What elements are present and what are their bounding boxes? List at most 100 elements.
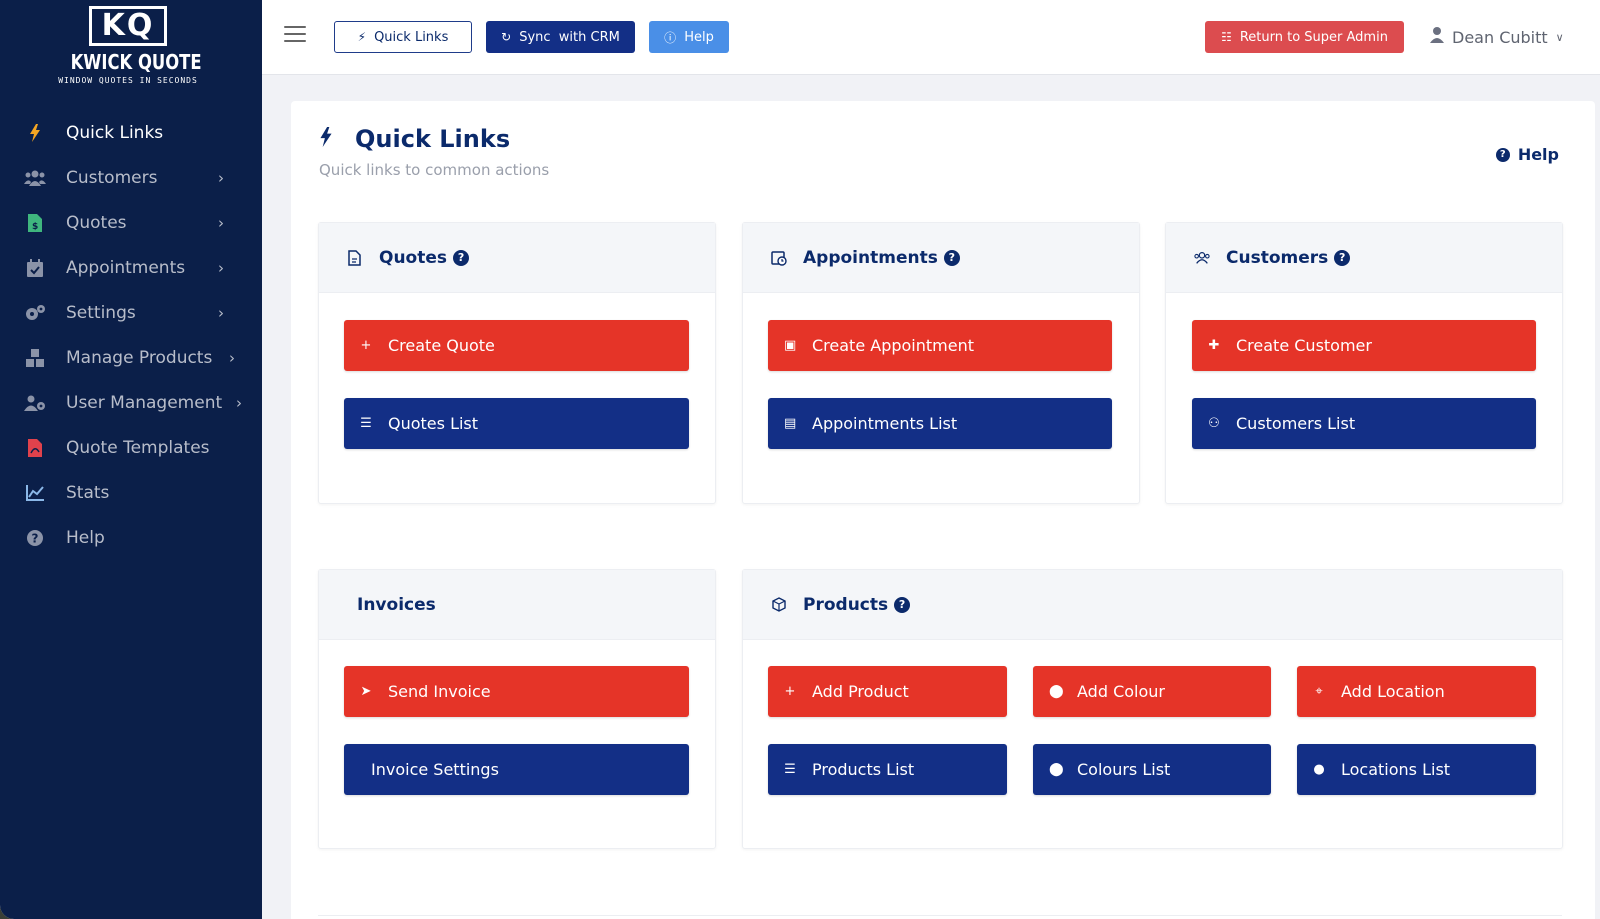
chevron-right-icon: ›	[236, 393, 242, 412]
sidebar-nav: Quick Links Customers › $ Quotes › Appoi…	[0, 110, 262, 560]
add-colour-button[interactable]: ⬤ Add Colour	[1033, 666, 1271, 717]
user-name: Dean Cubitt	[1452, 27, 1548, 47]
help-button-label: Help	[684, 29, 714, 45]
chevron-right-icon: ›	[218, 213, 224, 232]
map-pin-icon: ●	[1313, 762, 1325, 777]
appointments-list-button[interactable]: ▤ Appointments List	[768, 398, 1112, 449]
create-appointment-label: Create Appointment	[812, 336, 974, 355]
sidebar-item-help[interactable]: ? Help	[0, 515, 262, 560]
plus-icon: +	[784, 684, 796, 699]
sidebar-item-label: User Management	[66, 392, 223, 413]
locations-list-label: Locations List	[1341, 760, 1451, 779]
page-help-link[interactable]: ? Help	[1495, 145, 1559, 164]
chart-line-icon	[24, 482, 46, 504]
question-circle-icon: ⓘ	[664, 30, 677, 45]
chevron-down-icon: ∨	[1555, 30, 1564, 44]
user-plus-icon: ✚	[1208, 338, 1220, 353]
logo-tagline: WINDOW QUOTES IN SECONDS	[58, 76, 198, 85]
sidebar-item-user-management[interactable]: User Management ›	[0, 380, 262, 425]
users-icon	[24, 167, 46, 189]
help-button[interactable]: ⓘ Help	[649, 21, 729, 53]
file-pdf-icon	[24, 437, 46, 459]
next-card-edge	[318, 915, 1562, 919]
quotes-list-label: Quotes List	[388, 414, 479, 433]
user-icon	[1430, 27, 1444, 47]
user-gear-icon	[24, 392, 46, 414]
page-subtitle: Quick links to common actions	[319, 161, 550, 179]
page-header: Quick Links Quick links to common action…	[319, 125, 549, 179]
paper-plane-icon: ➤	[360, 684, 372, 699]
create-customer-label: Create Customer	[1236, 336, 1372, 355]
hamburger-menu-icon[interactable]	[284, 26, 306, 46]
sidebar-item-label: Manage Products	[66, 347, 213, 368]
sidebar-item-manage-products[interactable]: Manage Products ›	[0, 335, 262, 380]
bolt-icon: ⚡︎	[357, 30, 367, 44]
user-menu[interactable]: Dean Cubitt ∨	[1430, 24, 1564, 50]
add-product-button[interactable]: + Add Product	[768, 666, 1007, 717]
appointments-card-title: Appointments	[803, 247, 938, 268]
return-super-admin-button[interactable]: ☷ Return to Super Admin	[1205, 21, 1404, 53]
list-icon: ☰	[784, 762, 796, 777]
appointments-card-header: Appointments ?	[743, 223, 1139, 293]
cube-icon	[771, 597, 787, 613]
sync-icon: ↻	[501, 30, 512, 44]
add-location-button[interactable]: ⌖ Add Location	[1297, 666, 1536, 717]
file-dollar-icon: $	[24, 212, 46, 234]
question-circle-icon[interactable]: ?	[453, 249, 470, 266]
customers-card-title: Customers	[1226, 247, 1329, 268]
send-invoice-label: Send Invoice	[388, 682, 491, 701]
question-circle-icon[interactable]: ?	[943, 249, 960, 266]
gears-icon	[24, 302, 46, 324]
logo-mark: KQ	[89, 6, 167, 46]
question-circle-icon[interactable]: ?	[894, 596, 911, 613]
quick-links-button-label: Quick Links	[374, 29, 449, 45]
page-title: Quick Links	[319, 125, 549, 153]
logo-mark-text: KQ	[101, 8, 155, 43]
app-window: KQ KWICK QUOTE WINDOW QUOTES IN SECONDS …	[0, 0, 1600, 919]
sidebar-item-customers[interactable]: Customers ›	[0, 155, 262, 200]
quotes-list-button[interactable]: ☰ Quotes List	[344, 398, 689, 449]
create-quote-button[interactable]: + Create Quote	[344, 320, 689, 371]
sync-crm-button-label: Sync with CRM	[519, 29, 620, 45]
create-appointment-button[interactable]: ▣ Create Appointment	[768, 320, 1112, 371]
sidebar-item-label: Quick Links	[66, 122, 164, 143]
products-list-button[interactable]: ☰ Products List	[768, 744, 1007, 795]
logo-title: KWICK QUOTE	[70, 50, 202, 74]
map-pin-plus-icon: ⌖	[1315, 684, 1323, 699]
sidebar-item-quick-links[interactable]: Quick Links	[0, 110, 262, 155]
calendar-icon: ▤	[784, 416, 797, 431]
sidebar-item-label: Customers	[66, 167, 158, 188]
calendar-plus-icon: ▣	[784, 338, 797, 353]
sidebar-item-appointments[interactable]: Appointments ›	[0, 245, 262, 290]
sidebar-item-stats[interactable]: Stats	[0, 470, 262, 515]
bolt-icon	[319, 126, 333, 152]
create-customer-button[interactable]: ✚ Create Customer	[1192, 320, 1536, 371]
sidebar-item-quotes[interactable]: $ Quotes ›	[0, 200, 262, 245]
sidebar-item-label: Stats	[66, 482, 110, 503]
logo[interactable]: KQ KWICK QUOTE WINDOW QUOTES IN SECONDS	[58, 6, 202, 98]
send-invoice-button[interactable]: ➤ Send Invoice	[344, 666, 689, 717]
customers-list-button[interactable]: ⚇ Customers List	[1192, 398, 1536, 449]
page-help-label: Help	[1517, 145, 1559, 164]
products-card-title: Products	[803, 594, 889, 615]
boxes-icon	[24, 347, 46, 369]
products-card-header: Products ?	[743, 570, 1562, 640]
invoice-settings-label: Invoice Settings	[371, 760, 499, 779]
sync-crm-button[interactable]: ↻ Sync with CRM	[486, 21, 635, 53]
add-location-label: Add Location	[1341, 682, 1445, 701]
quick-links-button[interactable]: ⚡︎ Quick Links	[334, 21, 472, 53]
question-circle-icon[interactable]: ?	[1334, 249, 1351, 266]
chevron-right-icon: ›	[218, 168, 224, 187]
locations-list-button[interactable]: ● Locations List	[1297, 744, 1536, 795]
invoices-card-header: Invoices	[319, 570, 715, 640]
page-title-text: Quick Links	[355, 125, 511, 153]
quotes-card-header: Quotes ?	[319, 223, 715, 293]
add-product-label: Add Product	[812, 682, 909, 701]
sidebar-item-quote-templates[interactable]: Quote Templates	[0, 425, 262, 470]
svg-text:$: $	[32, 222, 38, 232]
chevron-right-icon: ›	[229, 348, 235, 367]
invoice-settings-button[interactable]: Invoice Settings	[344, 744, 689, 795]
colours-list-button[interactable]: ⬤ Colours List	[1033, 744, 1271, 795]
palette-icon: ⬤	[1049, 762, 1064, 777]
sidebar-item-settings[interactable]: Settings ›	[0, 290, 262, 335]
